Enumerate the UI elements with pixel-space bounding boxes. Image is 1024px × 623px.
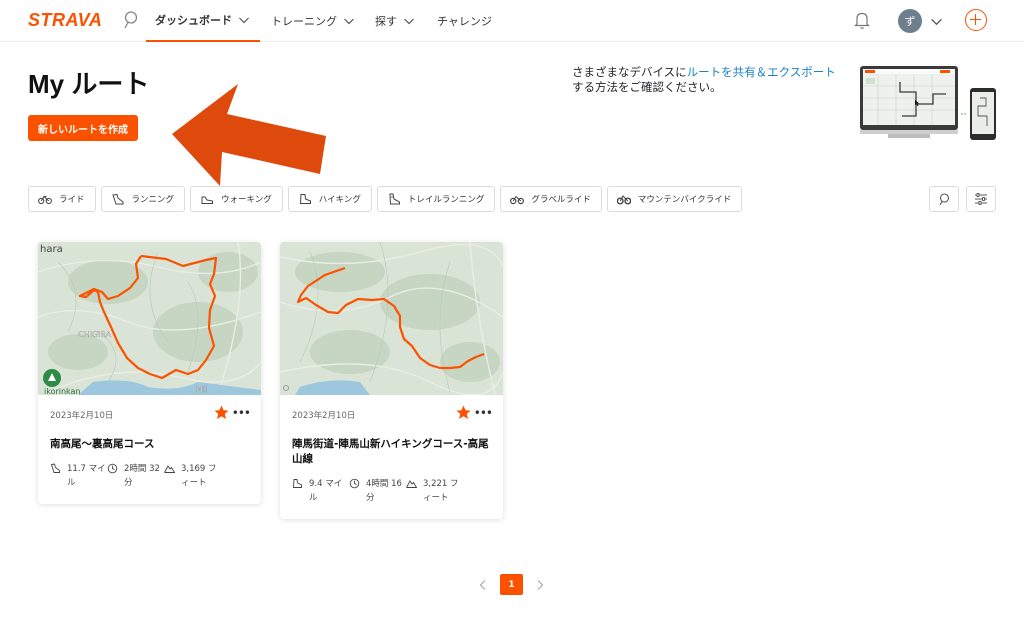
chevron-down-icon (344, 18, 354, 25)
nav-challenges-label: チャレンジ (437, 15, 492, 28)
activity-filter-bar: ライド ランニング ウォーキング ハイキング トレイルランニング グラベルライド… (28, 186, 743, 212)
share-export-link[interactable]: ルートを共有＆エクスポート (687, 65, 836, 79)
promo-text-after: する方法をご確認ください。 (572, 80, 722, 94)
page-number-current[interactable]: 1 (500, 574, 523, 595)
plus-circle-icon[interactable] (965, 9, 987, 31)
filter-trail-run-label: トレイルランニング (407, 195, 485, 205)
filter-ride[interactable]: ライド (28, 186, 96, 212)
devices-illustration (860, 66, 996, 140)
route-distance-value: 11.7 マイル (67, 464, 106, 488)
elevation-icon (164, 465, 175, 473)
route-distance: 9.4 マイル (292, 477, 349, 505)
hiking-boot-icon (293, 479, 302, 488)
route-stats: 9.4 マイル 4時間 16 分 3,221 フィート (292, 477, 491, 505)
filter-ride-label: ライド (59, 195, 85, 205)
route-card[interactable]: hara CHIGIRA ikorinkan MII 2023年2月10日 ••… (38, 242, 261, 504)
chevron-left-icon[interactable] (478, 579, 488, 591)
route-elevation: 3,221 フィート (406, 477, 463, 505)
nav-explore-label: 探す (375, 15, 397, 28)
search-icon (939, 193, 950, 206)
search-routes-button[interactable] (929, 186, 959, 212)
strava-logo[interactable]: STRAVA (28, 10, 102, 31)
nav-challenges[interactable]: チャレンジ (437, 0, 492, 42)
route-distance: 11.7 マイル (50, 462, 107, 490)
new-route-button[interactable]: 新しいルートを作成 (28, 115, 138, 141)
filter-walk[interactable]: ウォーキング (190, 186, 283, 212)
page-title: My ルート (28, 69, 150, 99)
route-map[interactable] (280, 242, 503, 395)
nav-dashboard[interactable]: ダッシュボード (146, 0, 260, 42)
share-export-promo: さまざまなデバイスにルートを共有＆エクスポート する方法をご確認ください。 (572, 65, 862, 95)
hiking-boot-icon (299, 194, 311, 204)
route-time-value: 4時間 16 分 (366, 479, 402, 503)
gravel-bike-icon (510, 195, 525, 205)
chevron-down-icon (404, 18, 414, 25)
filter-trail-run[interactable]: トレイルランニング (376, 186, 496, 212)
filter-gravel-ride-label: グラベルライド (531, 195, 591, 205)
filter-hike[interactable]: ハイキング (287, 186, 372, 212)
nav-training-label: トレーニング (271, 15, 337, 28)
filter-mountain-bike[interactable]: マウンテンバイクライド (606, 186, 743, 212)
nav-training[interactable]: トレーニング (271, 0, 355, 42)
route-time: 4時間 16 分 (349, 477, 406, 505)
nav-explore[interactable]: 探す (375, 0, 415, 42)
filter-gravel-ride[interactable]: グラベルライド (500, 186, 602, 212)
elevation-icon (406, 480, 417, 488)
shoe-icon (111, 193, 124, 205)
promo-text-before: さまざまなデバイスに (572, 65, 687, 79)
filter-mountain-bike-label: マウンテンバイクライド (637, 195, 732, 205)
route-card-body: 2023年2月10日 ••• 陣馬街道-陣馬山新ハイキングコース-高尾山線 9.… (280, 395, 503, 519)
more-options-icon[interactable]: ••• (232, 406, 251, 420)
route-time-value: 2時間 32 分 (124, 464, 160, 488)
clock-icon (107, 463, 118, 474)
sliders-icon (975, 193, 987, 205)
bike-icon (38, 195, 52, 205)
nav-dashboard-label: ダッシュボード (155, 14, 232, 27)
route-distance-value: 9.4 マイル (309, 479, 343, 503)
filter-walk-label: ウォーキング (221, 195, 272, 205)
shoe-icon (50, 463, 60, 473)
chevron-right-icon[interactable] (535, 579, 545, 591)
pagination: 1 (478, 574, 545, 595)
filter-settings-button[interactable] (966, 186, 996, 212)
top-nav: STRAVA ダッシュボード トレーニング 探す チャレンジ ず (0, 0, 1024, 42)
bell-icon[interactable] (853, 10, 871, 30)
star-icon[interactable] (456, 405, 471, 420)
chevron-down-icon (239, 17, 249, 24)
mountain-bike-icon (616, 195, 631, 205)
chevron-down-icon[interactable] (930, 15, 943, 28)
route-time: 2時間 32 分 (107, 462, 164, 490)
map-label: CHIGIRA (78, 330, 112, 339)
route-name[interactable]: 南高尾〜裏高尾コース (50, 437, 249, 452)
map-label: MII (196, 385, 208, 394)
filter-hike-label: ハイキング (318, 195, 361, 205)
trail-shoe-icon (389, 193, 400, 205)
route-elevation: 3,169 フィート (164, 462, 221, 490)
map-label: ikorinkan (44, 387, 81, 395)
filter-run[interactable]: ランニング (100, 186, 186, 212)
filter-run-label: ランニング (131, 195, 175, 205)
map-label: hara (40, 244, 63, 255)
route-card-body: 2023年2月10日 ••• 南高尾〜裏高尾コース 11.7 マイル 2時間 3… (38, 395, 261, 504)
route-card[interactable]: 2023年2月10日 ••• 陣馬街道-陣馬山新ハイキングコース-高尾山線 9.… (280, 242, 503, 519)
route-stats: 11.7 マイル 2時間 32 分 3,169 フィート (50, 462, 249, 490)
more-options-icon[interactable]: ••• (474, 406, 493, 420)
route-map[interactable]: hara CHIGIRA ikorinkan MII (38, 242, 261, 395)
walking-shoe-icon (201, 196, 214, 204)
route-elevation-value: 3,169 フィート (181, 464, 217, 488)
search-icon[interactable] (122, 10, 140, 30)
avatar[interactable]: ず (898, 9, 922, 33)
route-name[interactable]: 陣馬街道-陣馬山新ハイキングコース-高尾山線 (292, 437, 491, 467)
star-icon[interactable] (214, 405, 229, 420)
arrow-left-icon (172, 84, 326, 186)
route-elevation-value: 3,221 フィート (423, 479, 459, 503)
clock-icon (349, 478, 360, 489)
